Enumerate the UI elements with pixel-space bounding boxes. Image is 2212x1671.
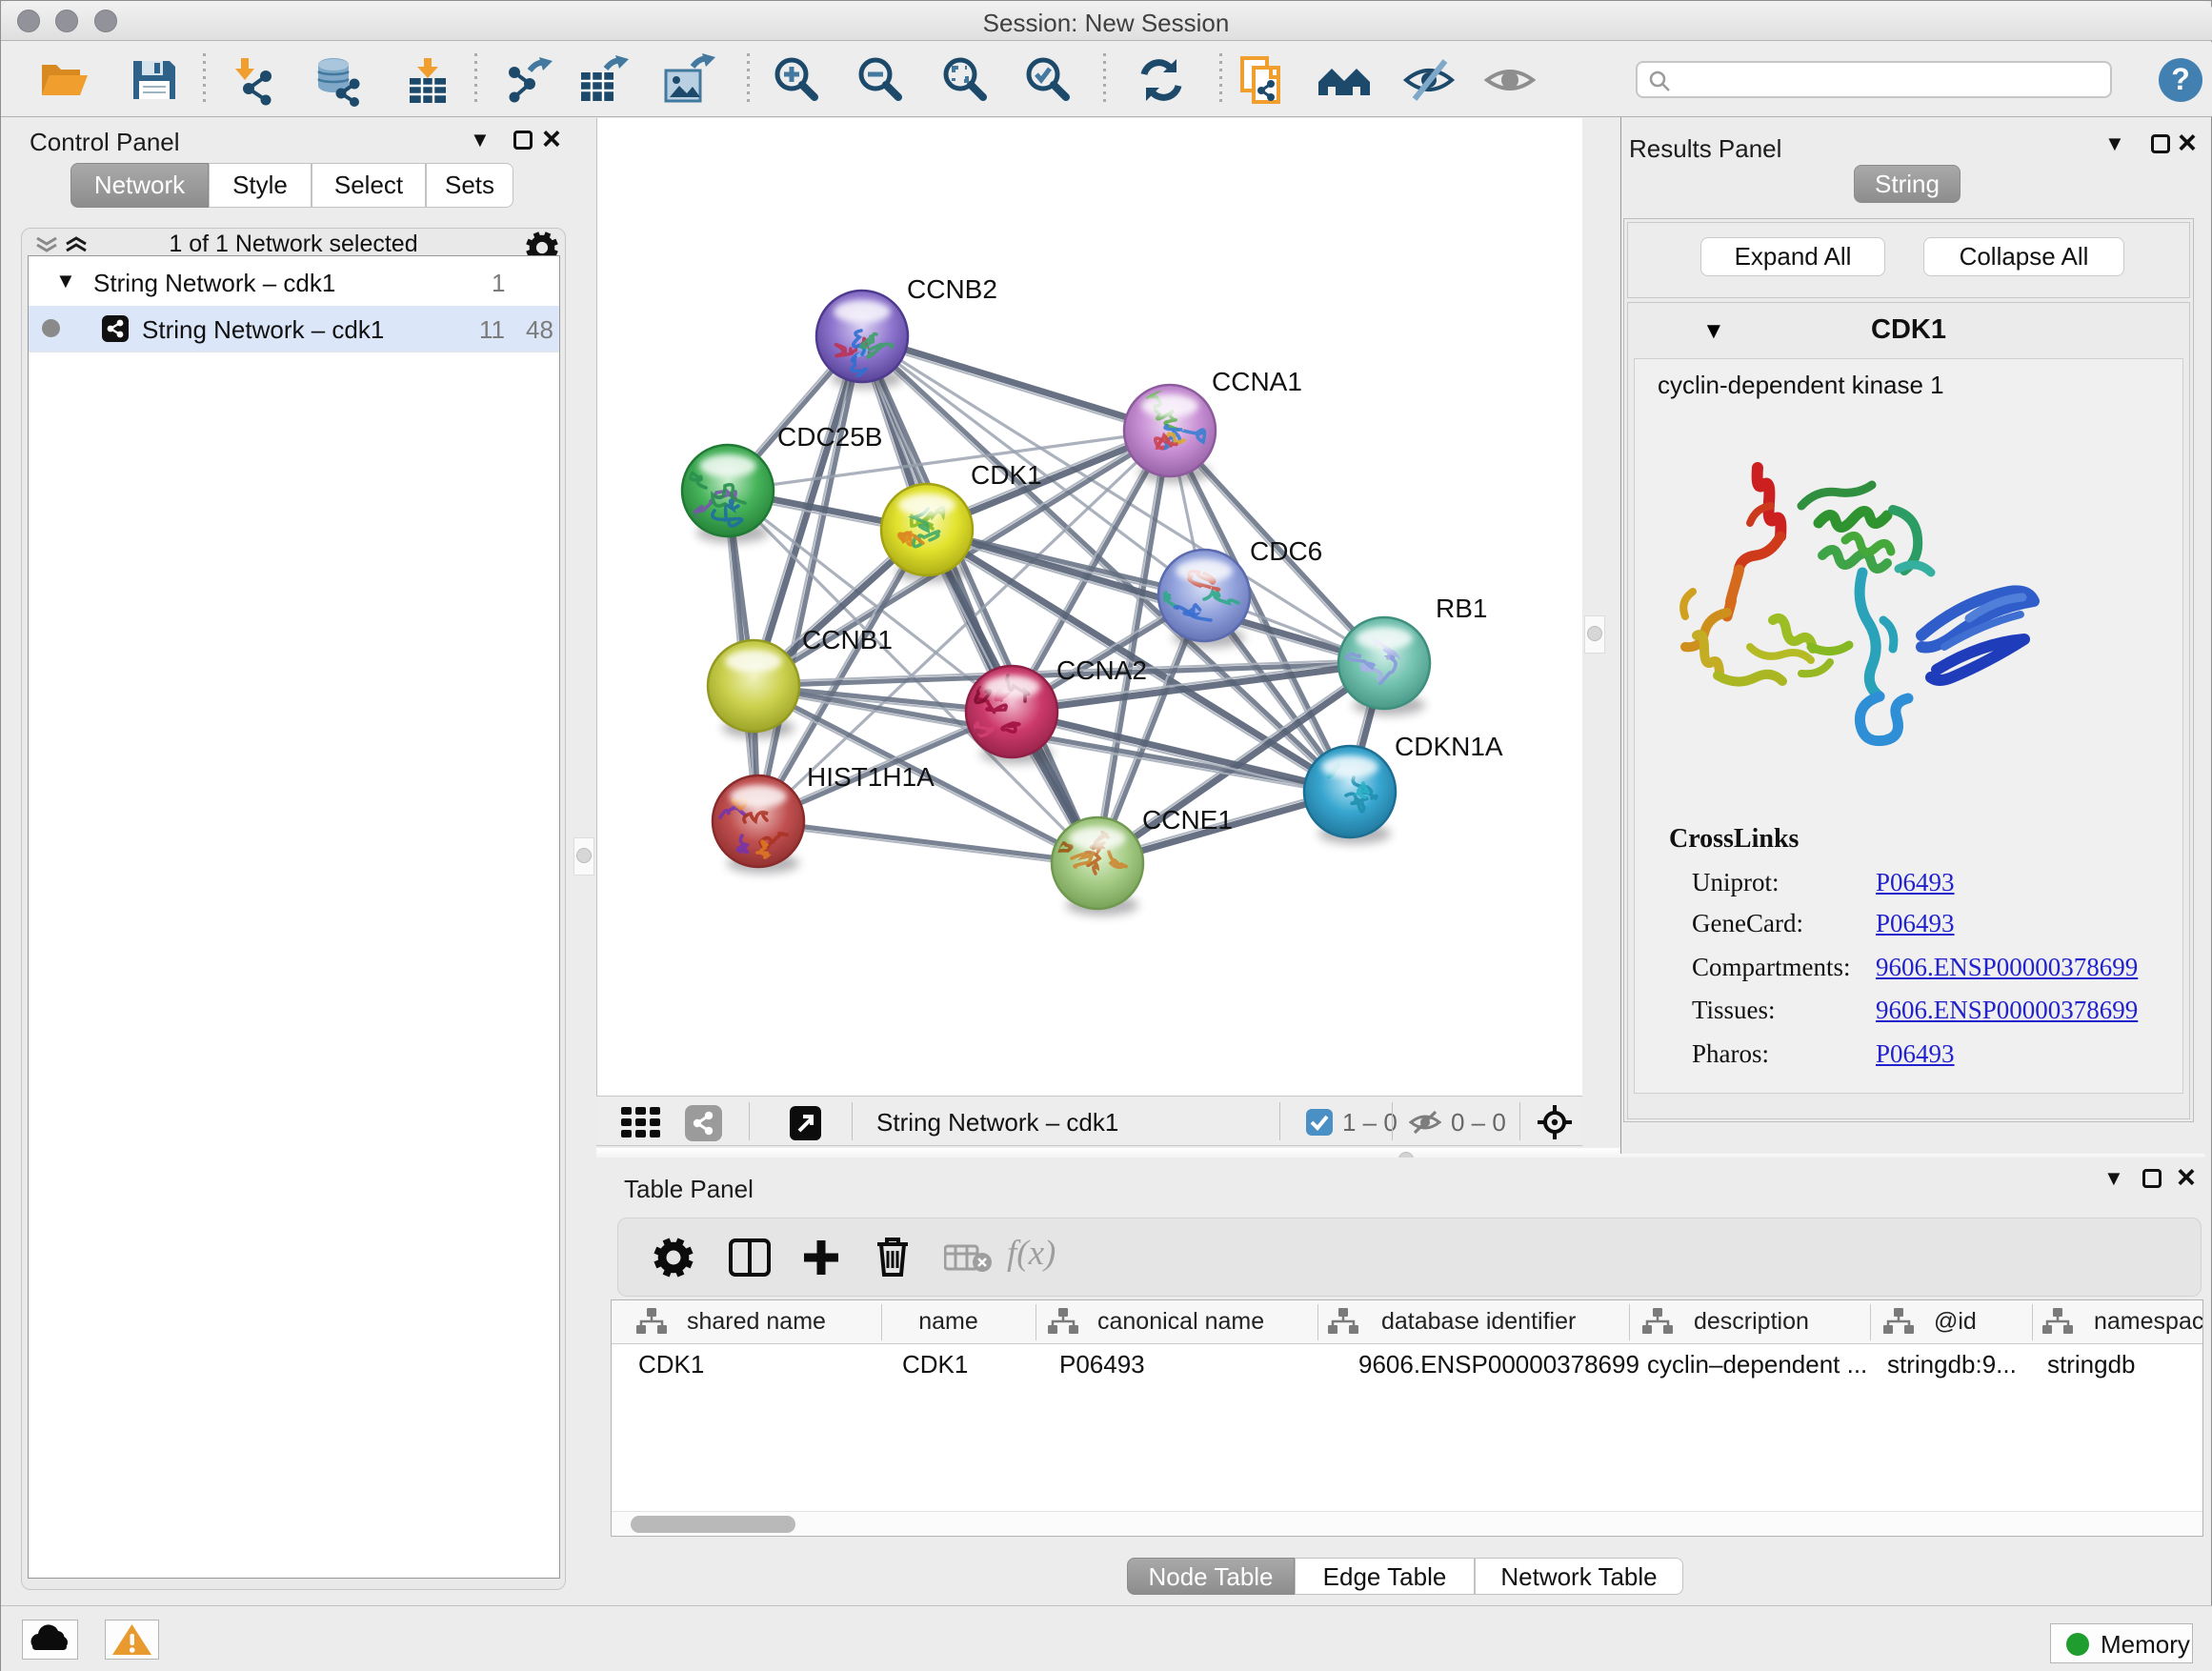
svg-text:CCNA2: CCNA2 (1056, 655, 1147, 685)
svg-text:CCNA1: CCNA1 (1212, 367, 1302, 396)
svg-text:CDC6: CDC6 (1250, 536, 1322, 566)
svg-text:CDKN1A: CDKN1A (1395, 732, 1503, 761)
svg-text:CDC25B: CDC25B (777, 422, 882, 452)
svg-text:RB1: RB1 (1436, 594, 1487, 623)
svg-text:CDK1: CDK1 (971, 460, 1042, 490)
svg-text:CCNB2: CCNB2 (907, 274, 997, 304)
svg-text:HIST1H1A: HIST1H1A (807, 762, 935, 792)
svg-text:CCNB1: CCNB1 (802, 625, 893, 654)
svg-text:CCNE1: CCNE1 (1142, 805, 1233, 835)
